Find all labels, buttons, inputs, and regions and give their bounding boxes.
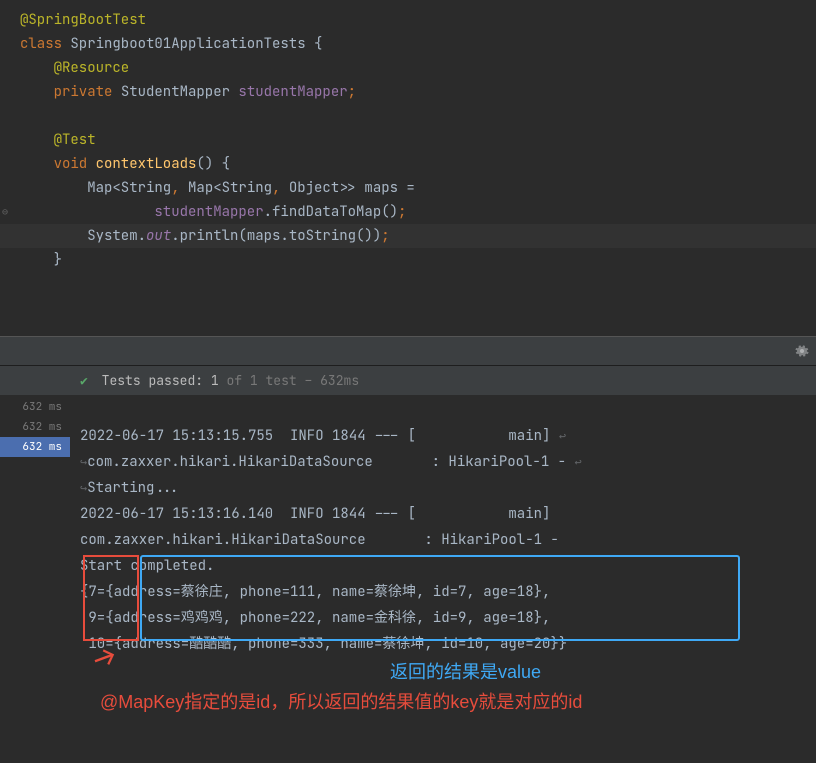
type-map1: Map<String — [87, 179, 171, 197]
class-name: Springboot01ApplicationTests { — [70, 35, 322, 53]
log-line: com.zaxxer.hikari.HikariDataSource : Hik… — [80, 531, 567, 549]
tests-dash: – — [305, 372, 313, 389]
blue-annotation-text: 返回的结果是value — [390, 658, 541, 684]
println: .println(maps.toString()) — [171, 227, 381, 245]
method-contextloads: contextLoads — [96, 155, 197, 173]
log-line: 2022-06-17 15:13:15.755 INFO 1844 --- [ … — [80, 427, 559, 445]
test-tree-timing[interactable]: 632 ms 632 ms 632 ms — [0, 395, 70, 691]
result-key: 10= — [80, 635, 114, 653]
call-finddata: findDataToMap() — [272, 203, 398, 221]
result-key: 9= — [80, 609, 105, 627]
log-line: com.zaxxer.hikari.HikariDataSource : Hik… — [87, 453, 574, 471]
field-ref: studentMapper — [154, 203, 263, 221]
code-editor[interactable]: ⊖ @SpringBootTest class Springboot01Appl… — [0, 0, 816, 336]
type-obj: Object>> maps = — [289, 179, 415, 197]
close-brace: } — [54, 251, 62, 269]
semi10: ; — [381, 227, 389, 245]
type-map2: Map<String — [188, 179, 272, 197]
method-parens: () { — [196, 155, 230, 173]
log-line: 2022-06-17 15:13:16.140 INFO 1844 --- [ … — [80, 505, 559, 523]
soft-wrap-icon: ↩ — [574, 454, 581, 470]
keyword-void: void — [54, 155, 96, 173]
soft-wrap-icon: ↩ — [559, 428, 566, 444]
comma2: , — [272, 179, 289, 197]
tool-window-toolbar — [0, 336, 816, 366]
keyword-class: class — [20, 35, 70, 53]
field-studentmapper: studentMapper — [238, 83, 347, 101]
log-line: Start completed. — [80, 557, 214, 575]
timing-row[interactable]: 632 ms — [0, 397, 70, 417]
timing-row-selected[interactable]: 632 ms — [0, 437, 70, 457]
tests-status-bar: ✔ Tests passed: 1 of 1 test – 632ms — [0, 366, 816, 395]
system: System. — [87, 227, 146, 245]
semicolon: ; — [348, 83, 356, 101]
type-studentmapper: StudentMapper — [121, 83, 239, 101]
result-value: {address=鸡鸡鸡, phone=222, name=金科徐, id=9,… — [105, 609, 550, 627]
dot: . — [264, 203, 272, 221]
gear-icon[interactable] — [794, 343, 810, 364]
result-value: {address=酷酷酷, phone=333, name=蔡徐坤, id=10… — [114, 635, 568, 653]
tests-of: of 1 test — [226, 372, 296, 389]
log-line: Starting... — [87, 479, 179, 497]
annotation-test: @Test — [54, 131, 96, 149]
semi9: ; — [398, 203, 406, 221]
annotation-resource: @Resource — [54, 59, 130, 77]
tests-count: 1 — [211, 372, 219, 389]
comma1: , — [171, 179, 188, 197]
tests-time: 632ms — [320, 372, 359, 389]
gutter-fold-icon[interactable]: ⊖ — [2, 200, 8, 224]
tests-passed-label: Tests passed: — [102, 372, 203, 389]
result-value: {address=蔡徐庄, phone=111, name=蔡徐坤, id=7,… — [105, 583, 550, 601]
keyword-private: private — [54, 83, 121, 101]
console-output[interactable]: 2022-06-17 15:13:15.755 INFO 1844 --- [ … — [70, 395, 816, 691]
timing-row[interactable]: 632 ms — [0, 417, 70, 437]
annotation-springboottest: @SpringBootTest — [20, 11, 146, 29]
check-icon: ✔ — [80, 372, 88, 389]
run-output-panel: 632 ms 632 ms 632 ms 2022-06-17 15:13:15… — [0, 395, 816, 691]
out-field: out — [146, 227, 171, 245]
red-annotation-text: @MapKey指定的是id，所以返回的结果值的key就是对应的id — [100, 688, 582, 714]
result-key: {7= — [80, 583, 105, 601]
